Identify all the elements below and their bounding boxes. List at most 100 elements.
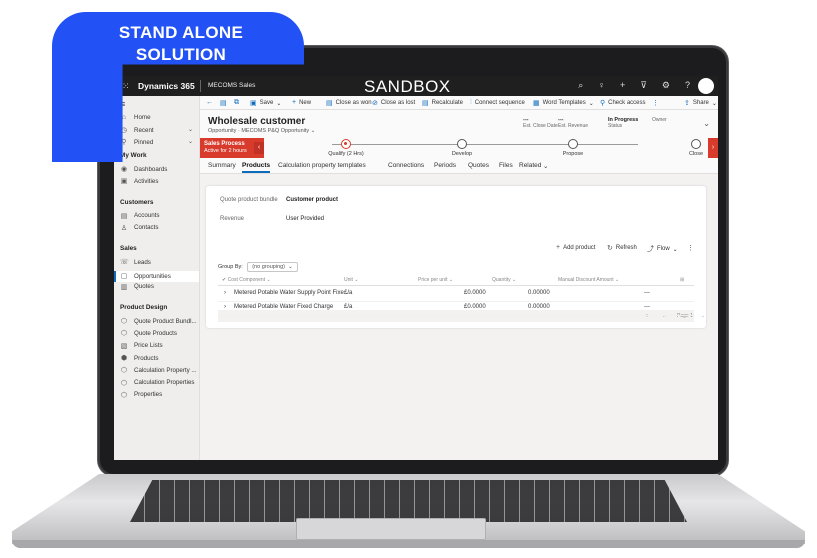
search-icon[interactable]: ⌕ <box>578 80 583 91</box>
row-divider <box>218 315 694 316</box>
tab-quotes[interactable]: Quotes <box>468 162 489 169</box>
column-header-1[interactable]: Unit ⌄ <box>344 277 358 283</box>
previous-stage-chevron-icon[interactable]: ‹ <box>254 142 264 154</box>
word-templates-icon: ▦ <box>533 100 540 107</box>
grid-more-button[interactable]: ⋮ <box>687 244 694 252</box>
tab-files[interactable]: Files <box>499 162 513 169</box>
tab-connections[interactable]: Connections <box>388 162 424 169</box>
sidebar-item-opportunities[interactable]: ▢ Opportunities <box>114 270 199 282</box>
sidebar-item-quotes[interactable]: ▥ Quotes <box>120 283 154 291</box>
related-chevron-icon[interactable]: ⌄ <box>543 162 548 170</box>
stage-qualify-label[interactable]: Qualify (2 Hrs) <box>328 151 363 157</box>
chevron-down-icon: ⌄ <box>711 100 717 107</box>
share-icon: ⇪ <box>684 100 690 107</box>
sidebar-item-dashboards[interactable]: ◉ Dashboards <box>120 165 167 174</box>
close-as-lost-icon: ⊘ <box>372 100 378 107</box>
badge-line-2: SOLUTION <box>135 45 227 64</box>
stage-close-dot[interactable] <box>691 139 701 149</box>
more-commands-button[interactable]: ⋮ <box>652 99 659 107</box>
sidebar-item-calculation-properties[interactable]: ⬡ Calculation Properties <box>120 379 195 387</box>
sidebar-item-home[interactable]: ⌂ Home <box>120 114 151 121</box>
grid-tool-label: Add product <box>563 244 596 251</box>
new-button[interactable]: + New <box>292 99 311 106</box>
sidebar-item-quote-product-bundl-[interactable]: ⬡ Quote Product Bundl... <box>120 317 197 326</box>
sidebar-item-activities[interactable]: ▣ Activities <box>120 177 159 186</box>
brand-name[interactable]: Dynamics 365 <box>138 81 195 91</box>
recent-chevron-icon[interactable]: ⌄ <box>188 126 193 133</box>
add-product-button[interactable]: + Add product <box>556 244 595 251</box>
business-process-flow: Sales Process Active for 2 hours ‹ › Qua… <box>200 138 718 158</box>
topbar-icon-group: ⌕ ♀ + ⊽ ⚙? <box>578 80 690 91</box>
column-header-4[interactable]: Manual Discount Amount ⌄ <box>558 277 619 283</box>
stage-propose-label[interactable]: Propose <box>563 151 584 157</box>
column-header-3[interactable]: Quantity ⌄ <box>492 277 516 283</box>
back-button[interactable]: ← <box>206 99 213 106</box>
badge-text: STAND ALONE SOLUTION <box>86 22 276 66</box>
recalculate-button[interactable]: ▤ Recalculate <box>422 99 463 107</box>
field-value-quote-product-bundle[interactable]: Customer product <box>286 197 338 203</box>
row-2-expander[interactable]: › <box>224 304 226 310</box>
row-2-quantity: 0.00000 <box>528 304 550 310</box>
flow-button[interactable]: ⤴ Flow ⌄ <box>647 244 678 254</box>
gear-icon[interactable]: ⚙ <box>662 80 670 91</box>
save-button[interactable]: ▣ Save ⌄ <box>250 99 281 107</box>
sidebar-item-leads[interactable]: ☏ Leads <box>120 258 151 267</box>
stage-close-label[interactable]: Close <box>689 151 703 157</box>
tab-periods[interactable]: Periods <box>434 162 456 169</box>
avatar[interactable] <box>698 78 714 94</box>
row-1-component[interactable]: Metered Potable Water Supply Point Fixe.… <box>234 290 349 296</box>
field-value-revenue[interactable]: User Provided <box>286 216 324 222</box>
stage-develop-dot[interactable] <box>457 139 467 149</box>
record-subtitle[interactable]: Opportunity · MECOMS P&Q Opportunity ⌄ <box>208 128 315 134</box>
row-1-expander[interactable]: › <box>224 290 226 296</box>
app-name[interactable]: MECOMS Sales <box>208 82 255 89</box>
group-by-select[interactable]: (no grouping) ⌄ <box>247 262 298 272</box>
row-2-price: £0.0000 <box>464 304 486 310</box>
pinned-chevron-icon[interactable]: ⌄ <box>188 138 193 145</box>
stage-propose-dot[interactable] <box>568 139 578 149</box>
column-header-2[interactable]: Price per unit ⌄ <box>418 277 453 283</box>
column-header-5[interactable]: ⊞ <box>680 277 684 283</box>
sidebar-item-pinned[interactable]: ⚲ Pinned <box>120 138 153 147</box>
stage-develop-label[interactable]: Develop <box>452 151 472 157</box>
form-view-button[interactable]: ▤ <box>220 99 227 107</box>
app-screen: ⁙ Dynamics 365 MECOMS Sales SANDBOX ⌕ ♀ + ⊽… <box>114 76 718 460</box>
share-button[interactable]: ⇪ Share ⌄ <box>684 99 717 107</box>
close-as-won-button[interactable]: ▤ Close as won <box>326 99 372 107</box>
filter-icon[interactable]: ⊽ <box>640 80 647 91</box>
sidebar-group-product-design: Product Design <box>120 304 168 312</box>
app-launcher-icon[interactable]: ⁙ <box>122 81 130 92</box>
tab-calculation-property-templates[interactable]: Calculation property templates <box>278 162 366 169</box>
stage-qualify-dot[interactable] <box>341 139 351 149</box>
close-as-lost-button[interactable]: ⊘ Close as lost <box>372 99 415 107</box>
sidebar-item-properties[interactable]: ⬡ Properties <box>120 391 162 399</box>
sidebar-item-contacts[interactable]: ♙ Contacts <box>120 224 159 232</box>
sidebar-item-price-lists[interactable]: ▧ Price Lists <box>120 342 163 350</box>
tab-products[interactable]: Products <box>242 162 271 173</box>
sidebar-item-recent[interactable]: ◷ Recent <box>120 126 154 135</box>
sidebar-item-quote-products[interactable]: ⬡ Quote Products <box>120 329 177 338</box>
column-header-0[interactable]: ✔ Cost Component ⌄ <box>222 277 271 283</box>
sidebar-item-calculation-property-[interactable]: ⬡ Calculation Property ... <box>120 366 197 375</box>
new-window-button[interactable]: ⧉ <box>234 99 239 107</box>
refresh-button[interactable]: ↻ Refresh <box>607 244 637 252</box>
plus-icon[interactable]: + <box>620 80 625 91</box>
next-page-icon[interactable]: → <box>700 313 705 319</box>
tab-summary[interactable]: Summary <box>208 162 236 169</box>
word-templates-button[interactable]: ▦ Word Templates ⌄ <box>533 99 594 107</box>
sidebar-item-accounts[interactable]: ▤ Accounts <box>120 212 160 220</box>
sidebar-item-label: Price Lists <box>134 342 163 350</box>
previous-page-icon[interactable]: ← <box>662 313 667 319</box>
help-icon[interactable]: ? <box>685 80 690 91</box>
sidebar-item-products[interactable]: ⬢ Products <box>120 354 158 363</box>
check-access-button[interactable]: ⚲ Check access <box>600 99 646 107</box>
sidebar-group-my-work: My Work <box>120 152 147 159</box>
first-page-icon[interactable]: ⇤ <box>646 313 650 319</box>
command-label: Connect sequence <box>474 100 525 106</box>
next-stage-chevron-icon[interactable]: › <box>708 138 718 158</box>
connect-sequence-button[interactable]: ⫶ Connect sequence <box>470 99 525 107</box>
lightbulb-icon[interactable]: ♀ <box>598 80 605 91</box>
row-2-component[interactable]: Metered Potable Water Fixed Charge <box>234 304 333 310</box>
header-expand-chevron-icon[interactable]: ⌄ <box>703 119 710 128</box>
tab-related[interactable]: Related <box>519 162 541 169</box>
